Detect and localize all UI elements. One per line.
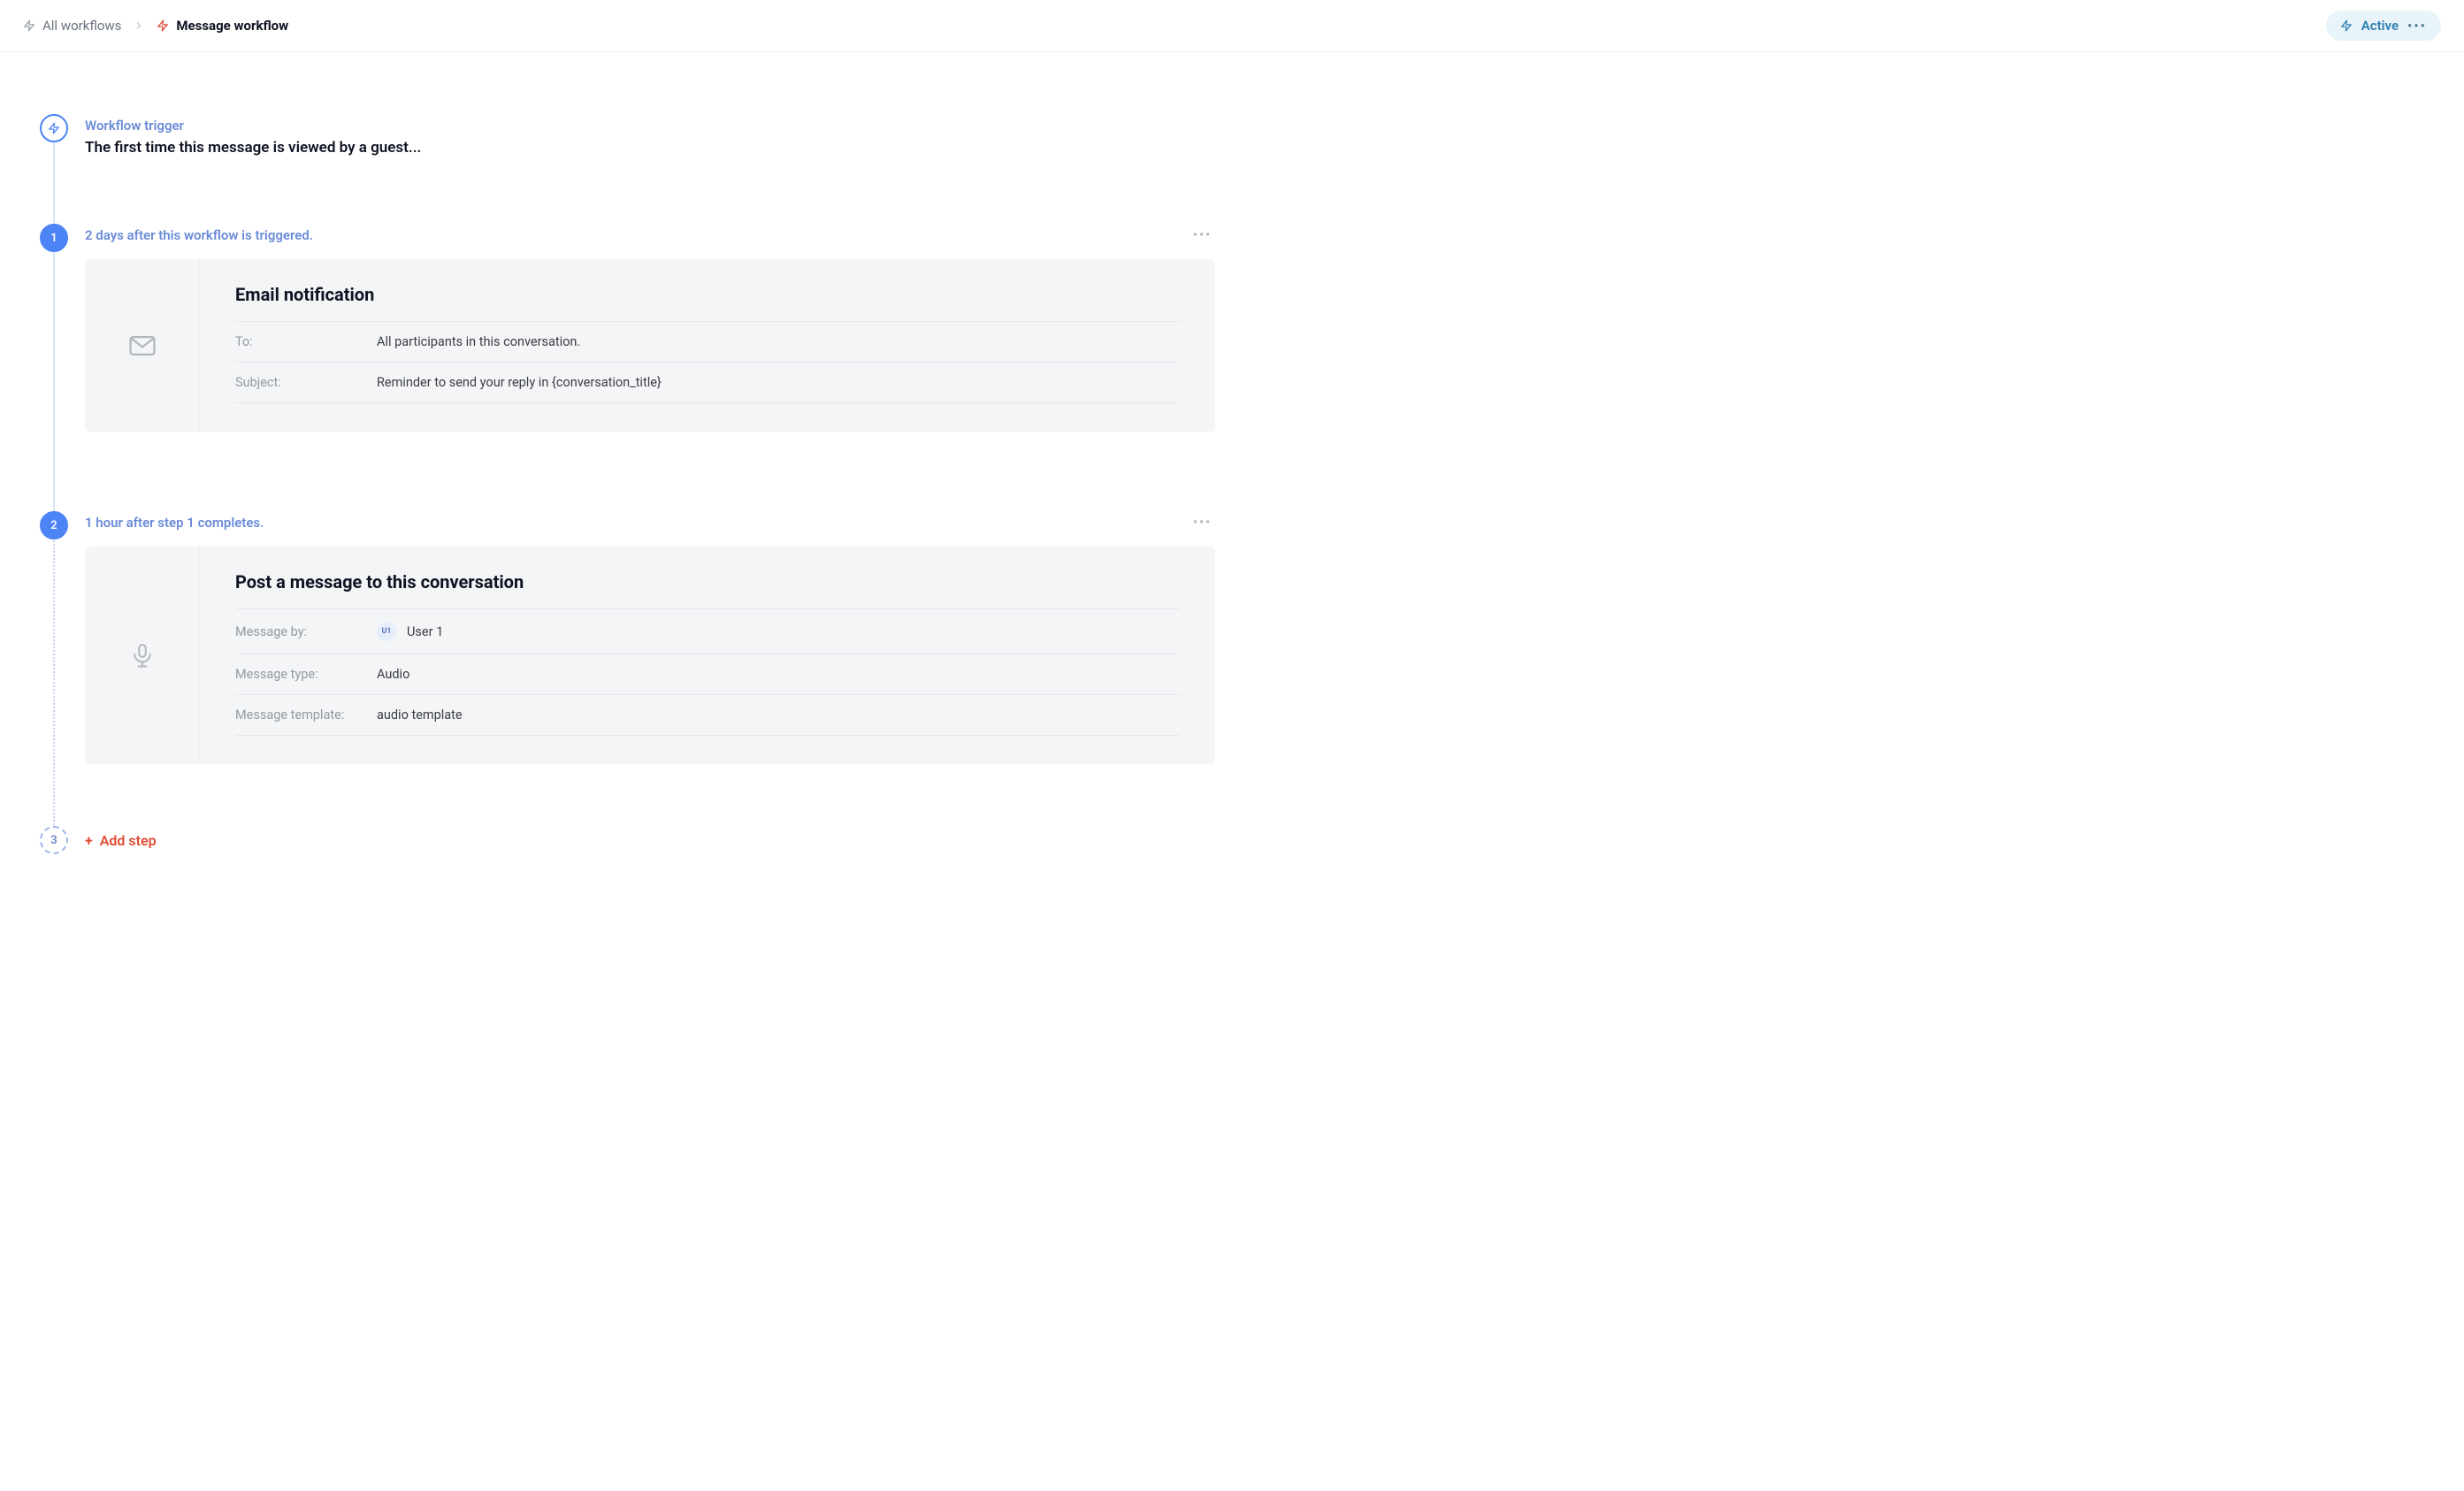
more-icon[interactable]: ••• bbox=[2407, 18, 2427, 34]
breadcrumb: All workflows Message workflow bbox=[23, 18, 288, 34]
step-timing[interactable]: 2 days after this workflow is triggered. bbox=[85, 227, 313, 243]
bolt-icon bbox=[23, 19, 35, 32]
microphone-icon bbox=[85, 547, 200, 764]
breadcrumb-root-label: All workflows bbox=[42, 18, 121, 34]
field-value: audio template bbox=[377, 707, 1180, 723]
step-card[interactable]: Email notification To: All participants … bbox=[85, 259, 1215, 432]
step-row: 2 1 hour after step 1 completes. ••• Pos… bbox=[23, 511, 1215, 826]
step-row: 1 2 days after this workflow is triggere… bbox=[23, 224, 1215, 511]
field-label: Message type: bbox=[235, 667, 377, 682]
field-row: To: All participants in this conversatio… bbox=[235, 321, 1180, 362]
add-step-node[interactable]: 3 bbox=[40, 826, 68, 854]
add-step-button[interactable]: + Add step bbox=[85, 832, 157, 849]
chevron-right-icon bbox=[134, 20, 144, 31]
workflow-status-pill[interactable]: Active ••• bbox=[2326, 11, 2441, 41]
step-number: 1 bbox=[50, 232, 57, 245]
step-card[interactable]: Post a message to this conversation Mess… bbox=[85, 547, 1215, 764]
field-value: Audio bbox=[377, 667, 1180, 682]
field-label: Message by: bbox=[235, 624, 377, 639]
trigger-row: Workflow trigger The first time this mes… bbox=[23, 114, 1215, 224]
bolt-icon bbox=[157, 19, 169, 32]
field-label: Subject: bbox=[235, 375, 377, 390]
breadcrumb-current: Message workflow bbox=[157, 18, 288, 34]
field-label: To: bbox=[235, 334, 377, 349]
field-value: User 1 bbox=[407, 624, 443, 639]
add-step-row: 3 + Add step bbox=[23, 826, 1215, 854]
user-badge: U1 bbox=[377, 622, 396, 641]
card-title: Post a message to this conversation bbox=[235, 571, 1180, 593]
field-value: All participants in this conversation. bbox=[377, 334, 1180, 349]
step-node[interactable]: 1 bbox=[40, 224, 68, 252]
field-row: Message template: audio template bbox=[235, 694, 1180, 736]
card-title: Email notification bbox=[235, 284, 1180, 305]
mail-icon bbox=[85, 259, 200, 432]
field-row: Message by: U1 User 1 bbox=[235, 608, 1180, 654]
field-row: Subject: Reminder to send your reply in … bbox=[235, 362, 1180, 403]
field-label: Message template: bbox=[235, 707, 377, 723]
top-bar: All workflows Message workflow Active ••… bbox=[0, 0, 2464, 52]
field-value: Reminder to send your reply in {conversa… bbox=[377, 375, 1180, 390]
trigger-label[interactable]: Workflow trigger bbox=[85, 118, 421, 134]
add-step-number: 3 bbox=[50, 834, 57, 847]
field-row: Message type: Audio bbox=[235, 654, 1180, 694]
bolt-icon bbox=[2340, 19, 2353, 32]
breadcrumb-current-label: Message workflow bbox=[176, 18, 288, 34]
step-timing[interactable]: 1 hour after step 1 completes. bbox=[85, 515, 264, 531]
step-more-button[interactable]: ••• bbox=[1190, 516, 1215, 530]
step-node[interactable]: 2 bbox=[40, 511, 68, 539]
plus-icon: + bbox=[85, 832, 93, 849]
step-more-button[interactable]: ••• bbox=[1190, 228, 1215, 242]
breadcrumb-root[interactable]: All workflows bbox=[23, 18, 121, 34]
step-number: 2 bbox=[50, 519, 57, 532]
status-label: Active bbox=[2361, 18, 2399, 34]
workflow-canvas: Workflow trigger The first time this mes… bbox=[0, 52, 1238, 890]
add-step-label: Add step bbox=[100, 832, 157, 849]
trigger-description: The first time this message is viewed by… bbox=[85, 139, 421, 157]
trigger-node[interactable] bbox=[40, 114, 68, 142]
